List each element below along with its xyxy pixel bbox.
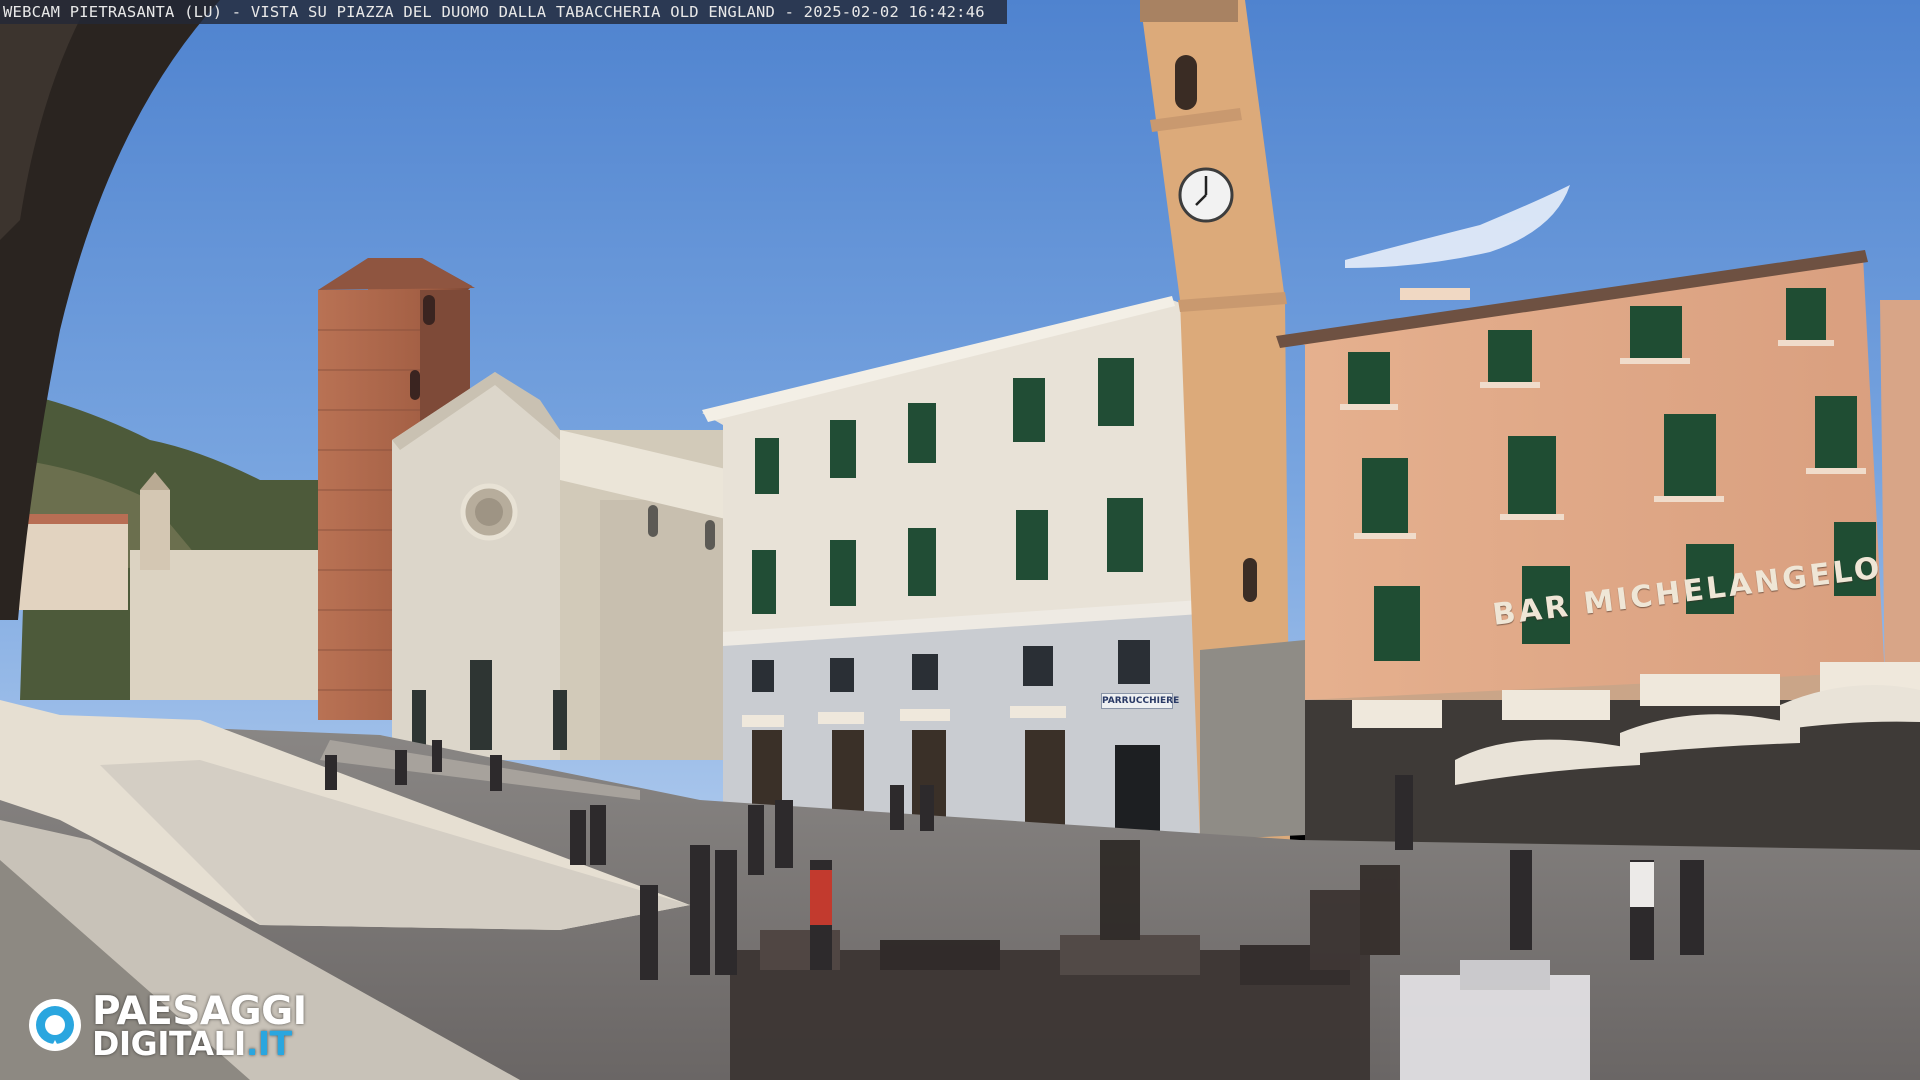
far-building [18,520,128,610]
logo-text-accent: .IT [245,1024,292,1063]
webcam-caption: WEBCAM PIETRASANTA (LU) - VISTA SU PIAZZ… [0,0,1007,24]
piazza-scene [0,0,1920,1080]
logo: PAESAGGI DIGITALI.IT [26,992,336,1062]
shop-sign: PARRUCCHIERE [1101,693,1179,709]
webcam-view: WEBCAM PIETRASANTA (LU) - VISTA SU PIAZZ… [0,0,1920,1080]
far-church [130,550,320,700]
logo-text-line2: DIGITALI.IT [92,1026,292,1062]
camera-lens-icon [29,999,81,1051]
logo-text-main: DIGITALI [92,1024,246,1063]
cathedral [392,372,730,760]
